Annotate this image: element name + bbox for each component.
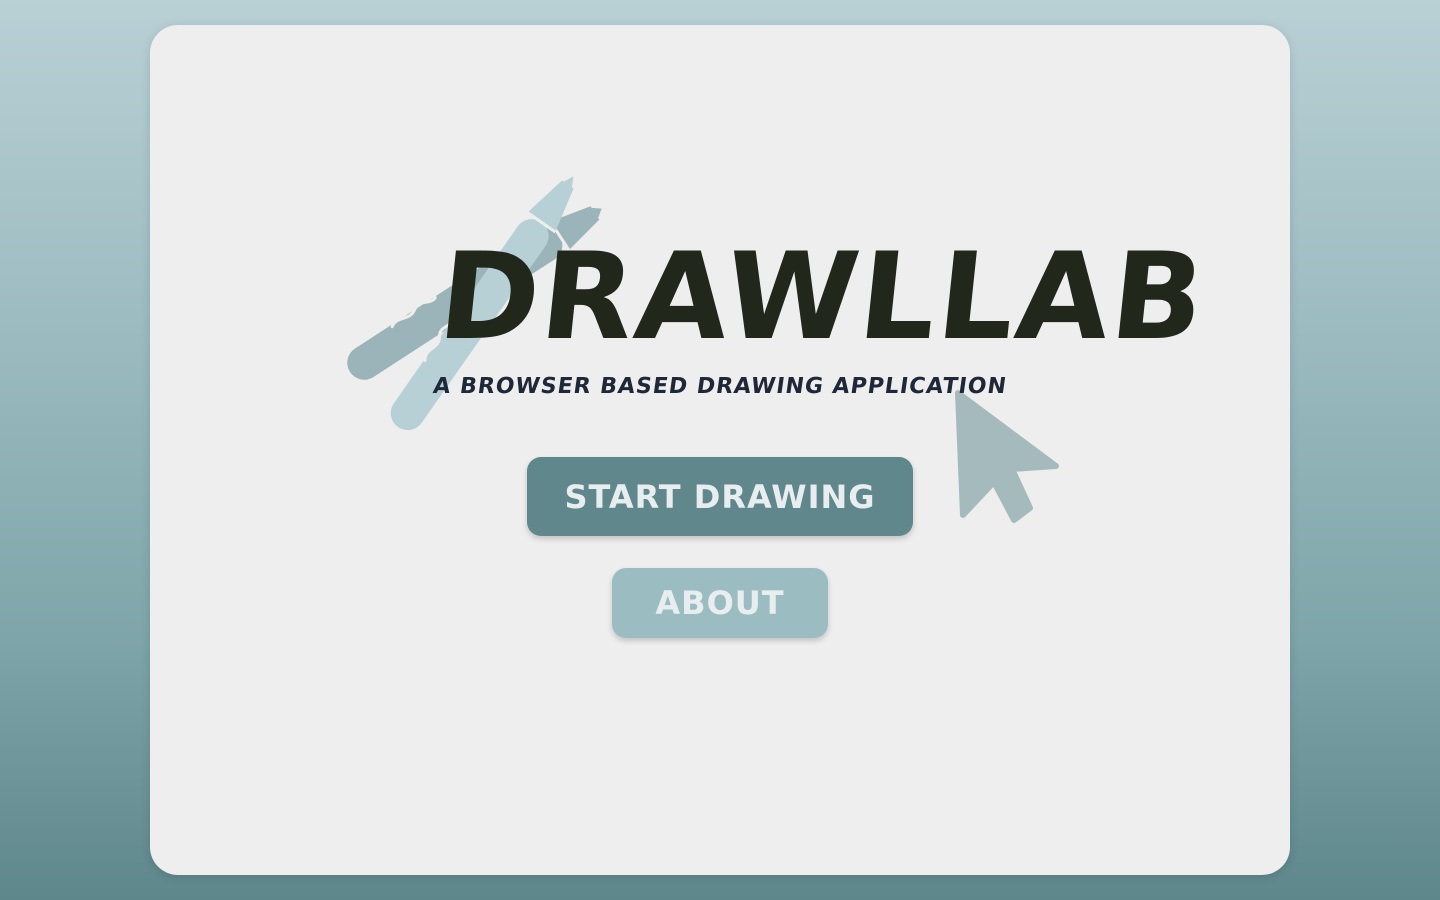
about-button[interactable]: ABOUT <box>612 568 828 638</box>
app-title: DRAWLLAB <box>432 228 1213 367</box>
app-subtitle: A BROWSER BASED DRAWING APPLICATION <box>431 374 1009 399</box>
main-card <box>150 25 1290 875</box>
start-drawing-button[interactable]: START DRAWING <box>527 457 913 536</box>
